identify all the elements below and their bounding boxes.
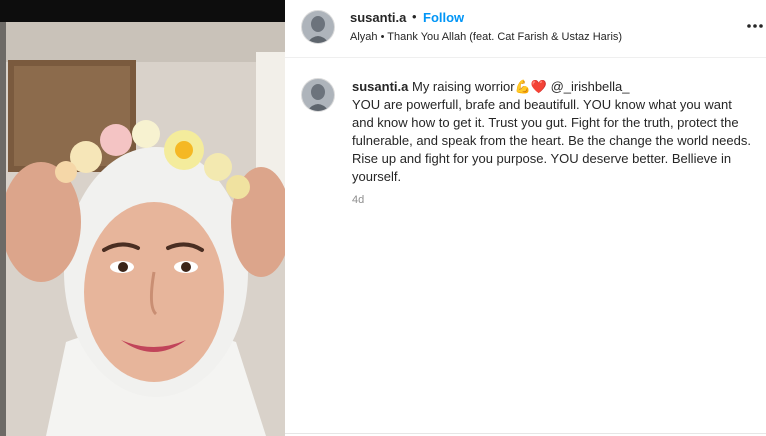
post-media[interactable] xyxy=(0,0,285,436)
separator-dot: • xyxy=(412,9,417,24)
caption-lead: My raising worrior xyxy=(411,79,515,94)
post-photo xyxy=(6,22,285,436)
divider xyxy=(285,433,766,434)
audio-track-link[interactable]: Alyah • Thank You Allah (feat. Cat Faris… xyxy=(350,31,622,43)
caption-username-link[interactable]: susanti.a xyxy=(352,79,408,94)
mention-link[interactable]: @_irishbella_ xyxy=(551,79,630,94)
red-heart-emoji: ❤️ xyxy=(530,79,547,94)
username-link[interactable]: susanti.a xyxy=(350,10,406,25)
caption-text: susanti.a My raising worrior💪❤️ @_irishb… xyxy=(352,78,756,186)
post-header: susanti.a • Follow Alyah • Thank You All… xyxy=(285,0,766,58)
flexed-bicep-emoji: 💪 xyxy=(514,79,531,94)
follow-button[interactable]: Follow xyxy=(423,10,464,25)
caption-body: YOU are powerfull, brafe and beautifull.… xyxy=(352,97,751,184)
post-side-panel: susanti.a • Follow Alyah • Thank You All… xyxy=(285,0,766,436)
avatar-image xyxy=(302,11,334,43)
post-timestamp[interactable]: 4d xyxy=(352,194,364,206)
avatar-image xyxy=(302,79,334,111)
caption-avatar[interactable] xyxy=(301,78,335,112)
media-top-bar xyxy=(0,0,285,22)
more-options-icon[interactable] xyxy=(745,18,765,34)
avatar[interactable] xyxy=(301,10,335,44)
